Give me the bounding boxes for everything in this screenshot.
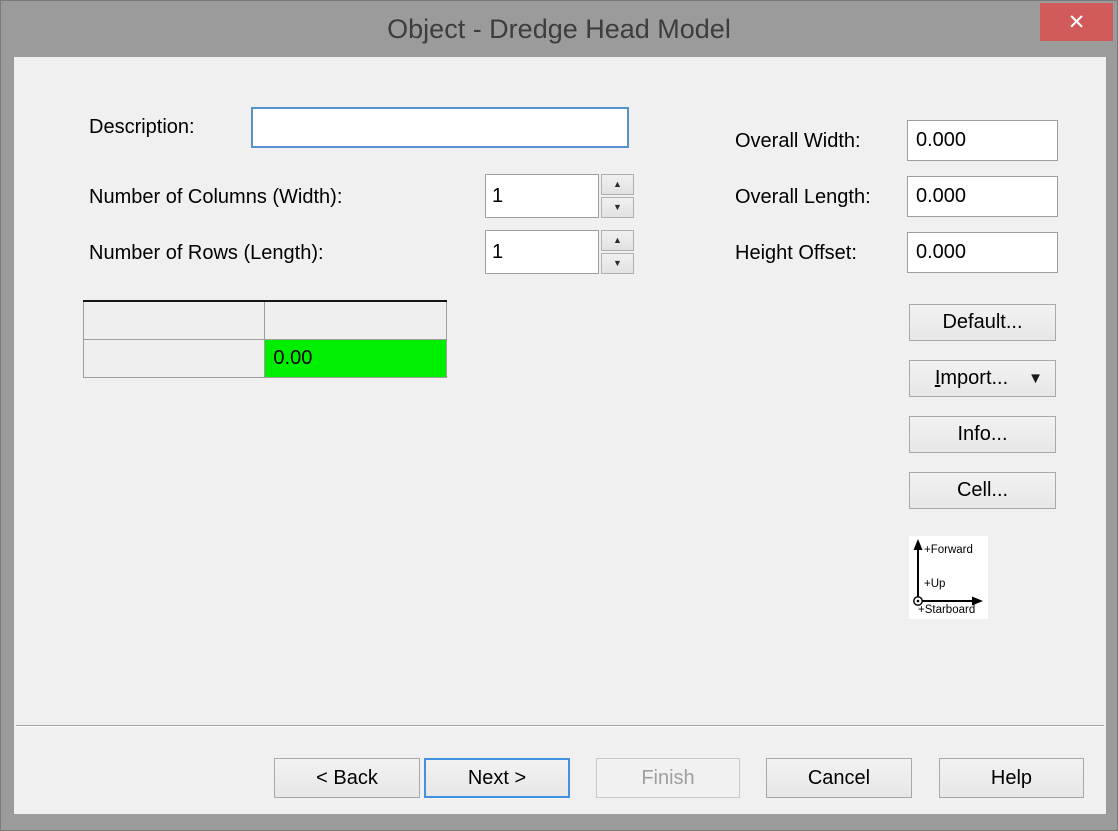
rows-label: Number of Rows (Length): [89, 242, 324, 264]
spinner-up-icon: ▲ [613, 235, 622, 245]
help-button[interactable]: Help [939, 758, 1084, 798]
default-button[interactable]: Default... [909, 304, 1056, 341]
grid-header-row [82, 300, 447, 340]
next-button[interactable]: Next > [424, 758, 570, 798]
import-dropdown-icon: ▼ [1028, 369, 1043, 387]
back-button-label: < Back [316, 766, 378, 789]
info-button[interactable]: Info... [909, 416, 1056, 453]
columns-spin-down-button[interactable]: ▼ [601, 197, 634, 218]
spinner-down-icon: ▼ [613, 202, 622, 212]
description-label: Description: [89, 116, 195, 138]
spinner-down-icon: ▼ [613, 258, 622, 268]
columns-label: Number of Columns (Width): [89, 186, 343, 208]
grid-cell[interactable] [264, 300, 447, 340]
overall-length-input[interactable] [907, 176, 1058, 217]
cell-grid: 0.00 [82, 300, 447, 378]
grid-cell-selected[interactable]: 0.00 [264, 338, 447, 378]
title-bar: Object - Dredge Head Model ✕ [1, 1, 1117, 57]
default-button-label: Default... [942, 311, 1023, 333]
rows-input[interactable] [485, 230, 599, 274]
grid-data-row: 0.00 [82, 338, 447, 378]
close-icon: ✕ [1067, 10, 1086, 34]
columns-input[interactable] [485, 174, 599, 218]
cell-button[interactable]: Cell... [909, 472, 1056, 509]
description-input[interactable] [251, 107, 629, 148]
cell-button-label: Cell... [956, 479, 1009, 501]
import-button[interactable]: Import... ▼ [909, 360, 1056, 397]
cancel-button[interactable]: Cancel [766, 758, 912, 798]
columns-spinner: ▲ ▼ [601, 174, 634, 218]
axis-orientation-diagram: +Forward +Up +Starboard [909, 536, 988, 619]
rows-spinner: ▲ ▼ [601, 230, 634, 274]
overall-width-input[interactable] [907, 120, 1058, 161]
import-button-label: Import... [934, 367, 1009, 389]
info-button-label: Info... [957, 423, 1008, 445]
cancel-button-label: Cancel [807, 766, 871, 789]
axis-starboard-label: +Starboard [918, 604, 976, 616]
bottom-divider [16, 725, 1104, 727]
axis-forward-label: +Forward [924, 544, 973, 556]
columns-spin-up-button[interactable]: ▲ [601, 174, 634, 195]
overall-width-label: Overall Width: [735, 130, 861, 152]
finish-button: Finish [596, 758, 740, 798]
grid-cell[interactable] [82, 338, 266, 378]
close-button[interactable]: ✕ [1040, 3, 1113, 41]
dialog-title: Object - Dredge Head Model [387, 14, 731, 44]
rows-spin-down-button[interactable]: ▼ [601, 253, 634, 274]
next-button-label: Next > [467, 766, 527, 789]
back-button[interactable]: < Back [274, 758, 420, 798]
overall-length-label: Overall Length: [735, 186, 871, 208]
axis-up-label: +Up [924, 578, 946, 590]
height-offset-label: Height Offset: [735, 242, 857, 264]
help-button-label: Help [990, 766, 1033, 789]
dialog-content: Description: Number of Columns (Width): … [14, 57, 1106, 814]
finish-button-label: Finish [641, 766, 695, 789]
rows-spin-up-button[interactable]: ▲ [601, 230, 634, 251]
grid-cell[interactable] [82, 300, 266, 340]
spinner-up-icon: ▲ [613, 179, 622, 189]
dialog-window: Object - Dredge Head Model ✕ Description… [0, 0, 1118, 831]
height-offset-input[interactable] [907, 232, 1058, 273]
